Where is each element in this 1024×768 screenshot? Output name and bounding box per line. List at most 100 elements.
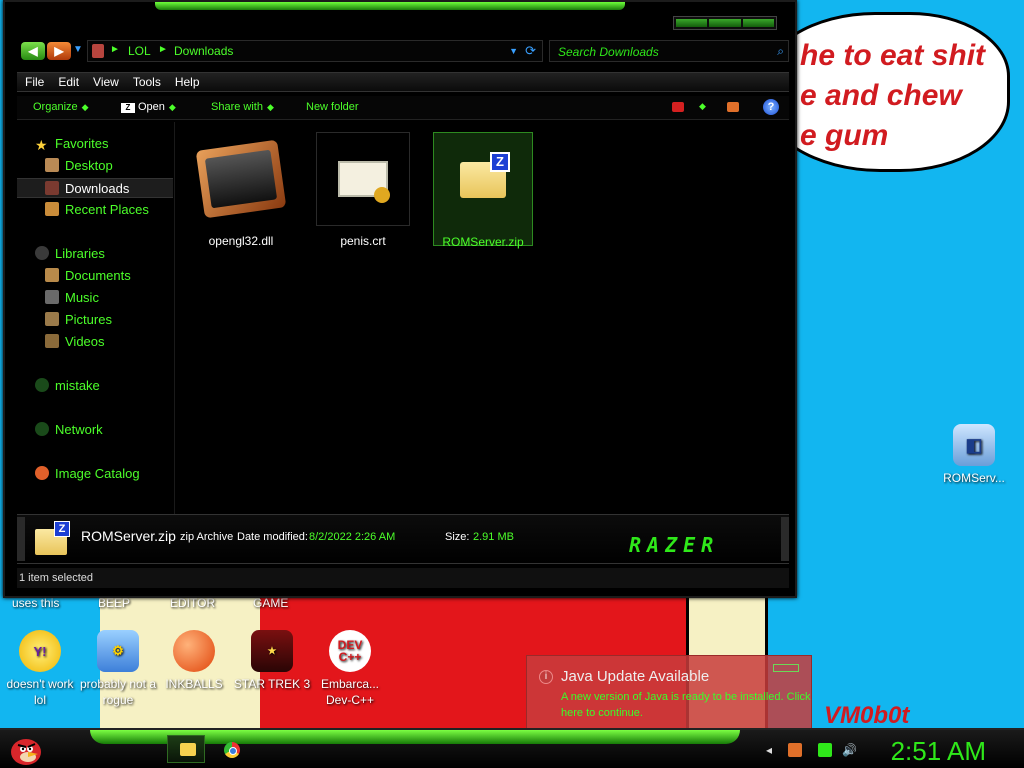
new-folder-button[interactable]: New folder: [306, 101, 359, 113]
search-input[interactable]: [558, 44, 758, 60]
volume-icon[interactable]: 🔊: [842, 743, 857, 757]
nav-downloads[interactable]: Downloads: [17, 178, 173, 198]
nav-label: Videos: [65, 334, 105, 349]
maximize-button[interactable]: [709, 19, 741, 27]
file-item-selected[interactable]: Z ROMServer.zip: [433, 132, 533, 249]
nav-music[interactable]: Music: [17, 288, 173, 308]
address-dropdown-icon[interactable]: ▼: [509, 46, 518, 56]
show-hidden-icons[interactable]: ◂: [762, 743, 776, 757]
desktop-icon-label[interactable]: EDITOR: [170, 596, 215, 610]
desktop-icon-label: probably not a rogue: [79, 677, 157, 707]
network-tray-icon[interactable]: [818, 743, 832, 757]
nav-recent-places[interactable]: Recent Places: [17, 200, 173, 220]
taskbar: ◂ 🔊 2:51 AM: [0, 728, 1024, 768]
dropdown-icon: ◆: [699, 101, 706, 111]
tray-app-icon[interactable]: [788, 743, 802, 757]
taskbar-explorer-button[interactable]: [167, 735, 205, 763]
desktop-icon-rogue[interactable]: ⚙ probably not a rogue: [78, 630, 158, 708]
share-with-button[interactable]: Share with ◆: [211, 101, 274, 113]
breadcrumb-downloads[interactable]: Downloads: [174, 44, 233, 58]
menu-edit[interactable]: Edit: [58, 73, 79, 91]
zip-icon: Z: [121, 103, 135, 113]
file-list[interactable]: opengl32.dll penis.crt Z ROMServer.zip: [177, 122, 789, 514]
network-icon: [35, 422, 49, 436]
nav-label: Music: [65, 290, 99, 305]
minimize-button[interactable]: [676, 19, 708, 27]
angry-bird-icon: [11, 739, 41, 765]
desktop-icon-label: Embarca... Dev-C++: [320, 677, 380, 707]
refresh-icon[interactable]: ⟳: [525, 43, 536, 59]
nav-homegroup[interactable]: mistake: [17, 376, 173, 396]
close-button[interactable]: [742, 19, 774, 27]
organize-label: Organize: [33, 101, 78, 113]
nav-pictures[interactable]: Pictures: [17, 310, 173, 330]
homegroup-icon: [35, 378, 49, 392]
command-bar: Organize ◆ Z Open ◆ Share with ◆ New folder …: [17, 96, 789, 120]
search-icon[interactable]: ⌕: [777, 44, 784, 59]
folder-icon: [180, 743, 196, 756]
change-view-icon[interactable]: [672, 102, 684, 112]
preview-pane-icon[interactable]: [727, 102, 739, 112]
notification-message[interactable]: A new version of Java is ready to be ins…: [561, 689, 811, 721]
file-item[interactable]: opengl32.dll: [191, 132, 291, 248]
star-trek-icon: ★: [251, 630, 293, 672]
desktop-icon-star-trek[interactable]: ★ STAR TREK 3: [232, 630, 312, 692]
desktop-icon-inkballs[interactable]: INKBALLS: [154, 630, 234, 692]
start-button[interactable]: [6, 732, 46, 768]
nav-desktop[interactable]: Desktop: [17, 156, 173, 176]
open-button[interactable]: Z Open ◆: [121, 101, 176, 113]
nav-documents[interactable]: Documents: [17, 266, 173, 286]
wallpaper-signature: VM0b0t: [824, 702, 910, 729]
details-edge: [17, 517, 25, 561]
breadcrumb-lol[interactable]: LOL: [128, 44, 151, 58]
recent-pages-dropdown[interactable]: ▼: [73, 44, 83, 55]
desktop-icon-romserver[interactable]: ◧ ROMServ...: [934, 424, 1014, 486]
forward-button[interactable]: ▶: [47, 42, 71, 60]
nav-videos[interactable]: Videos: [17, 332, 173, 352]
status-text: 1 item selected: [19, 572, 93, 584]
details-size-value: 2.91 MB: [473, 531, 514, 543]
file-item[interactable]: penis.crt: [313, 132, 413, 248]
desktop-icon-label[interactable]: uses this: [12, 596, 59, 610]
nav-favorites[interactable]: ★ Favorites: [17, 134, 173, 154]
java-update-notification[interactable]: i Java Update Available A new version of…: [526, 655, 812, 729]
address-bar[interactable]: ► LOL ► Downloads ▼ ⟳: [87, 40, 543, 62]
nav-network[interactable]: Network: [17, 420, 173, 440]
details-file-type: zip Archive: [180, 531, 234, 543]
menu-tools[interactable]: Tools: [133, 73, 161, 91]
search-box[interactable]: ⌕: [549, 40, 789, 62]
address-row: ◀ ▶ ▼ ► LOL ► Downloads ▼ ⟳ ⌕: [17, 40, 789, 64]
java-info-icon: i: [539, 670, 553, 684]
nav-label: Favorites: [55, 136, 109, 151]
desktop-icon: [45, 158, 59, 172]
nav-label: Pictures: [65, 312, 112, 327]
menu-file[interactable]: File: [25, 73, 44, 91]
nav-image-catalog[interactable]: Image Catalog: [17, 464, 173, 484]
status-bar: 1 item selected: [17, 568, 789, 588]
window-controls[interactable]: [673, 16, 777, 30]
back-button[interactable]: ◀: [21, 42, 45, 60]
devcpp-icon-text: DEV C++: [337, 638, 363, 664]
taskbar-clock[interactable]: 2:51 AM: [891, 736, 986, 767]
details-file-name: ROMServer.zip: [81, 528, 176, 544]
notification-close-button[interactable]: [773, 664, 799, 672]
devcpp-icon: DEV C++: [329, 630, 371, 672]
nav-label: Image Catalog: [55, 466, 140, 481]
desktop-icon-yahoo-messenger[interactable]: Y! doesn't work lol: [0, 630, 80, 708]
explorer-window[interactable]: ◀ ▶ ▼ ► LOL ► Downloads ▼ ⟳ ⌕ File Edit …: [3, 0, 797, 598]
menu-help[interactable]: Help: [175, 73, 200, 91]
new-folder-label: New folder: [306, 101, 359, 113]
chrome-icon[interactable]: [224, 742, 240, 758]
desktop-icon-label[interactable]: BEEP: [98, 596, 130, 610]
help-icon[interactable]: ?: [763, 99, 779, 115]
organize-button[interactable]: Organize ◆: [33, 101, 89, 113]
menu-view[interactable]: View: [93, 73, 119, 91]
desktop-icon-devcpp[interactable]: DEV C++ Embarca... Dev-C++: [310, 630, 390, 708]
view-options-dropdown[interactable]: ◆: [695, 100, 706, 112]
nav-label: Recent Places: [65, 202, 149, 217]
desktop-icon-label: doesn't work lol: [6, 677, 74, 707]
nav-libraries[interactable]: Libraries: [17, 244, 173, 264]
desktop-icon-label[interactable]: GAME: [253, 596, 288, 610]
details-pane: Z ROMServer.zip zip Archive Date modifie…: [17, 514, 789, 564]
documents-icon: [45, 268, 59, 282]
